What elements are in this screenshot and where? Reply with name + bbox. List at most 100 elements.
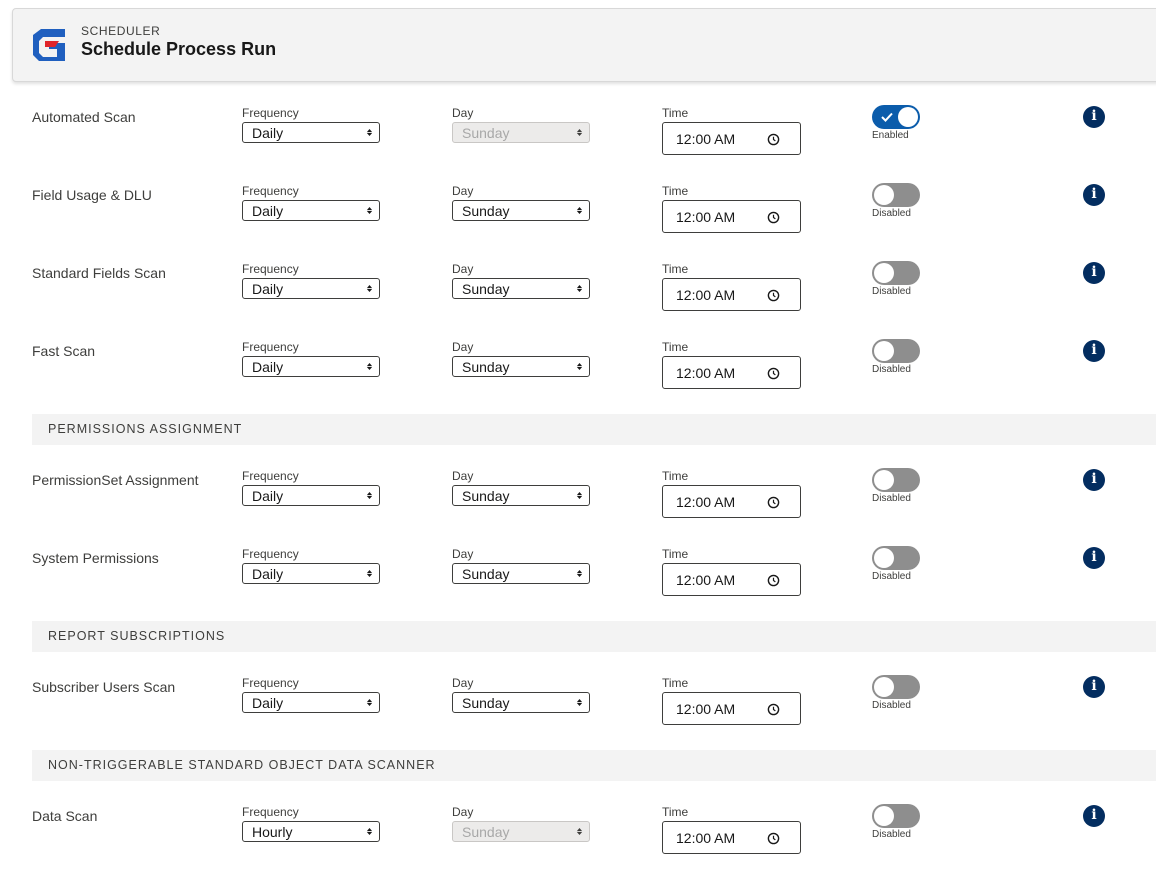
frequency-value: Daily [252,359,284,375]
enable-toggle[interactable] [872,183,920,207]
enable-toggle[interactable] [872,105,920,129]
sort-arrows-icon [576,699,583,706]
checkmark-icon [881,112,893,122]
toggle-knob [874,677,894,697]
schedule-row: Fast Scan Frequency Daily Day Sunday Tim… [0,339,1156,419]
toggle-knob [874,341,894,361]
day-value: Sunday [462,695,510,711]
clock-icon [767,133,780,146]
toggle-knob [874,185,894,205]
frequency-select[interactable]: Daily [242,356,380,377]
time-input[interactable]: 12:00 AM [662,563,801,596]
info-icon[interactable]: i [1083,469,1105,491]
schedule-row: PermissionSet Assignment Frequency Daily… [0,468,1156,548]
day-value: Sunday [462,281,510,297]
info-icon[interactable]: i [1083,805,1105,827]
sort-arrows-icon [366,363,373,370]
time-label: Time [662,184,689,198]
toggle-status: Enabled [872,130,909,141]
day-value: Sunday [462,359,510,375]
time-value: 12:00 AM [676,572,736,588]
schedule-row: Field Usage & DLU Frequency Daily Day Su… [0,183,1156,263]
time-input[interactable]: 12:00 AM [662,692,801,725]
frequency-label: Frequency [242,547,299,561]
frequency-select[interactable]: Daily [242,122,380,143]
sort-arrows-icon [576,285,583,292]
row-label: Data Scan [32,808,98,824]
frequency-select[interactable]: Hourly [242,821,380,842]
frequency-select[interactable]: Daily [242,278,380,299]
row-label: Field Usage & DLU [32,187,152,203]
frequency-value: Hourly [252,824,293,840]
time-label: Time [662,676,689,690]
info-icon[interactable]: i [1083,262,1105,284]
time-input[interactable]: 12:00 AM [662,200,801,233]
toggle-knob [874,470,894,490]
info-icon[interactable]: i [1083,676,1105,698]
day-select[interactable]: Sunday [452,563,590,584]
frequency-value: Daily [252,203,284,219]
row-label: Subscriber Users Scan [32,679,176,695]
row-label: System Permissions [32,550,159,566]
frequency-label: Frequency [242,340,299,354]
day-select[interactable]: Sunday [452,200,590,221]
day-value: Sunday [462,203,510,219]
toggle-status: Disabled [872,208,911,219]
toggle-status: Disabled [872,364,911,375]
day-select[interactable]: Sunday [452,356,590,377]
day-label: Day [452,469,474,483]
page-header: SCHEDULER Schedule Process Run [12,8,1156,82]
frequency-label: Frequency [242,676,299,690]
toggle-status: Disabled [872,700,911,711]
schedule-row: Data Scan Frequency Hourly Day Sunday Ti… [0,804,1156,884]
time-value: 12:00 AM [676,209,736,225]
frequency-select[interactable]: Daily [242,563,380,584]
enable-toggle[interactable] [872,546,920,570]
toggle-knob [874,806,894,826]
time-label: Time [662,469,689,483]
toggle-status: Disabled [872,571,911,582]
enable-toggle[interactable] [872,468,920,492]
day-select[interactable]: Sunday [452,485,590,506]
frequency-select[interactable]: Daily [242,200,380,221]
frequency-label: Frequency [242,262,299,276]
section-header: PERMISSIONS ASSIGNMENT [32,414,1156,445]
row-label: Standard Fields Scan [32,265,166,281]
frequency-value: Daily [252,488,284,504]
time-input[interactable]: 12:00 AM [662,122,801,155]
row-label: Automated Scan [32,109,136,125]
frequency-label: Frequency [242,106,299,120]
toggle-knob [898,107,918,127]
enable-toggle[interactable] [872,675,920,699]
sort-arrows-icon [576,129,583,136]
sort-arrows-icon [576,828,583,835]
frequency-select[interactable]: Daily [242,485,380,506]
time-input[interactable]: 12:00 AM [662,278,801,311]
enable-toggle[interactable] [872,804,920,828]
time-input[interactable]: 12:00 AM [662,821,801,854]
time-input[interactable]: 12:00 AM [662,356,801,389]
section-header: NON-TRIGGERABLE STANDARD OBJECT DATA SCA… [32,750,1156,781]
enable-toggle[interactable] [872,261,920,285]
sort-arrows-icon [366,492,373,499]
frequency-select[interactable]: Daily [242,692,380,713]
info-icon[interactable]: i [1083,184,1105,206]
toggle-status: Disabled [872,286,911,297]
schedule-row: Standard Fields Scan Frequency Daily Day… [0,261,1156,341]
sort-arrows-icon [366,828,373,835]
day-select[interactable]: Sunday [452,278,590,299]
day-select[interactable]: Sunday [452,692,590,713]
day-label: Day [452,262,474,276]
info-icon[interactable]: i [1083,340,1105,362]
day-value: Sunday [462,566,510,582]
section-header: REPORT SUBSCRIPTIONS [32,621,1156,652]
enable-toggle[interactable] [872,339,920,363]
page-title: Schedule Process Run [81,39,277,59]
time-input[interactable]: 12:00 AM [662,485,801,518]
row-label: PermissionSet Assignment [32,472,199,488]
info-icon[interactable]: i [1083,106,1105,128]
day-select: Sunday [452,122,590,143]
frequency-value: Daily [252,125,284,141]
time-label: Time [662,340,689,354]
info-icon[interactable]: i [1083,547,1105,569]
